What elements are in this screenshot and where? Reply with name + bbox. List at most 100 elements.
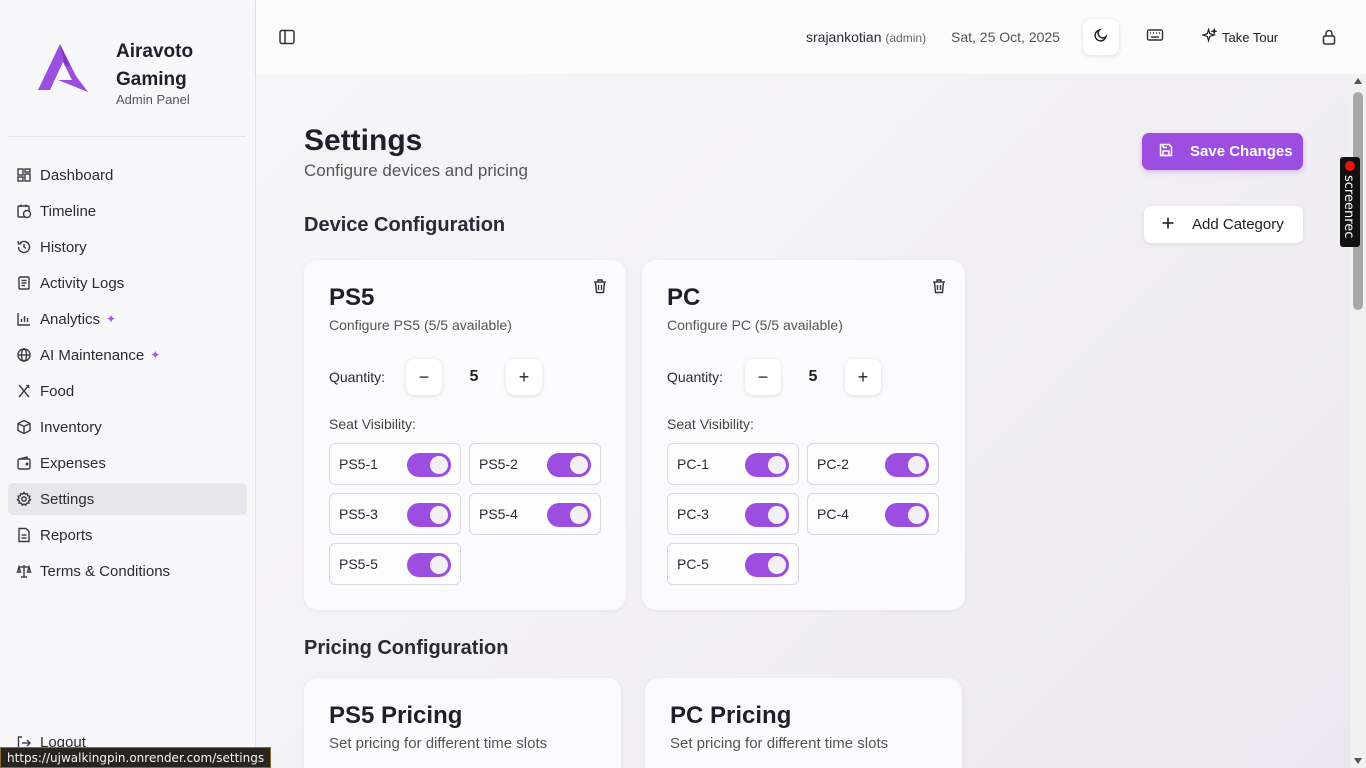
seat-ps5-3: PS5-3 [329, 493, 461, 535]
sidebar-item-terms[interactable]: Terms & Conditions [8, 555, 247, 587]
quantity-label: Quantity: [329, 369, 386, 385]
sidebar-item-history[interactable]: History [8, 231, 247, 263]
add-category-button[interactable]: Add Category [1144, 206, 1303, 243]
quantity-value: 5 [808, 368, 818, 385]
seat-visibility-label: Seat Visibility: [329, 416, 416, 432]
history-icon [16, 239, 32, 255]
seat-visibility-toggle[interactable] [745, 553, 789, 577]
add-category-label: Add Category [1192, 216, 1284, 233]
save-changes-button[interactable]: Save Changes [1142, 133, 1303, 170]
gear-icon [16, 491, 32, 507]
seat-visibility-toggle[interactable] [547, 503, 591, 527]
lock-icon[interactable] [1320, 28, 1338, 46]
save-changes-label: Save Changes [1190, 143, 1293, 160]
sidebar-item-label: Activity Logs [40, 274, 125, 292]
page-title: Settings [304, 124, 423, 157]
pricing-title: PC Pricing [670, 702, 792, 729]
sidebar-item-expenses[interactable]: Expenses [8, 447, 247, 479]
seat-visibility-toggle[interactable] [407, 453, 451, 477]
keyboard-shortcuts-button[interactable] [1144, 24, 1166, 50]
pricing-configuration-heading: Pricing Configuration [304, 637, 509, 659]
seat-visibility-toggle[interactable] [885, 453, 929, 477]
seat-visibility-toggle[interactable] [885, 503, 929, 527]
seat-name: PS5-3 [339, 506, 378, 522]
seat-visibility-toggle[interactable] [407, 553, 451, 577]
theme-toggle-button[interactable] [1083, 19, 1119, 55]
increase-quantity-button[interactable]: + [506, 359, 542, 395]
seat-pc-5: PC-5 [667, 543, 799, 585]
screen-recorder-widget[interactable]: screenrec [1340, 157, 1360, 247]
save-icon [1158, 142, 1190, 162]
current-date: Sat, 25 Oct, 2025 [951, 29, 1060, 45]
trash-icon[interactable] [592, 278, 608, 294]
seat-name: PC-1 [677, 456, 709, 472]
brand-subtitle: Admin Panel [116, 92, 190, 107]
sidebar-item-timeline[interactable]: Timeline [8, 195, 247, 227]
seat-pc-1: PC-1 [667, 443, 799, 485]
seat-name: PC-4 [817, 506, 849, 522]
file-icon [16, 527, 32, 543]
logs-icon [16, 275, 32, 291]
pricing-subtitle: Set pricing for different time slots [670, 735, 889, 752]
seat-name: PS5-2 [479, 456, 518, 472]
topbar: srajankotian (admin) Sat, 25 Oct, 2025 T… [256, 0, 1366, 74]
decrease-quantity-button[interactable]: − [406, 359, 442, 395]
sidebar-nav: Dashboard Timeline History Activity Logs… [8, 159, 247, 591]
plus-icon: + [518, 366, 530, 387]
pricing-card-ps5: PS5 Pricing Set pricing for different ti… [304, 678, 621, 768]
seat-pc-3: PC-3 [667, 493, 799, 535]
sidebar-item-food[interactable]: Food [8, 375, 247, 407]
sidebar: Airavoto Gaming Admin Panel Dashboard Ti… [0, 0, 256, 768]
sparkle-icon: ✦ [150, 348, 161, 362]
brand-logo-icon [38, 44, 88, 92]
sidebar-divider [8, 136, 246, 137]
sidebar-item-dashboard[interactable]: Dashboard [8, 159, 247, 191]
sidebar-toggle-icon[interactable] [278, 28, 296, 46]
keyboard-icon [1146, 27, 1164, 48]
screen-recorder-label: screenrec [1341, 175, 1356, 239]
sidebar-item-label: Analytics [40, 310, 101, 328]
seat-name: PC-5 [677, 556, 709, 572]
dashboard-icon [16, 167, 32, 183]
take-tour-button[interactable]: Take Tour [1200, 27, 1278, 46]
device-title: PC [667, 284, 701, 311]
sidebar-item-label: Timeline [40, 202, 97, 220]
record-icon [1345, 161, 1355, 171]
sidebar-item-label: Food [40, 382, 75, 400]
seat-name: PS5-1 [339, 456, 378, 472]
seat-visibility-toggle[interactable] [407, 503, 451, 527]
sidebar-item-activity-logs[interactable]: Activity Logs [8, 267, 247, 299]
sidebar-item-label: Dashboard [40, 166, 114, 184]
pricing-card-pc: PC Pricing Set pricing for different tim… [645, 678, 962, 768]
pricing-title: PS5 Pricing [329, 702, 463, 729]
scroll-up-arrow-icon[interactable] [1354, 78, 1362, 84]
seat-ps5-2: PS5-2 [469, 443, 601, 485]
minus-icon: − [757, 366, 769, 387]
brand[interactable]: Airavoto Gaming Admin Panel [36, 38, 246, 108]
decrease-quantity-button[interactable]: − [745, 359, 781, 395]
seat-visibility-toggle[interactable] [745, 453, 789, 477]
minus-icon: − [418, 366, 430, 387]
sidebar-item-inventory[interactable]: Inventory [8, 411, 247, 443]
sidebar-item-settings[interactable]: Settings [8, 483, 247, 515]
seat-visibility-toggle[interactable] [745, 503, 789, 527]
calendar-clock-icon [16, 203, 32, 219]
moon-icon [1093, 27, 1109, 48]
seat-name: PS5-5 [339, 556, 378, 572]
sidebar-item-ai-maintenance[interactable]: AI Maintenance ✦ [8, 339, 247, 371]
sidebar-item-label: Expenses [40, 454, 106, 472]
globe-icon [16, 347, 32, 363]
seat-visibility-toggle[interactable] [547, 453, 591, 477]
user-role: (admin) [885, 31, 927, 45]
sidebar-item-analytics[interactable]: Analytics ✦ [8, 303, 247, 335]
seat-ps5-4: PS5-4 [469, 493, 601, 535]
plus-icon: + [857, 366, 869, 387]
seat-ps5-1: PS5-1 [329, 443, 461, 485]
sidebar-item-reports[interactable]: Reports [8, 519, 247, 551]
scroll-down-arrow-icon[interactable] [1354, 758, 1362, 764]
device-subtitle: Configure PS5 (5/5 available) [329, 317, 512, 333]
increase-quantity-button[interactable]: + [845, 359, 881, 395]
device-configuration-heading: Device Configuration [304, 214, 506, 236]
seat-name: PC-3 [677, 506, 709, 522]
trash-icon[interactable] [931, 278, 947, 294]
